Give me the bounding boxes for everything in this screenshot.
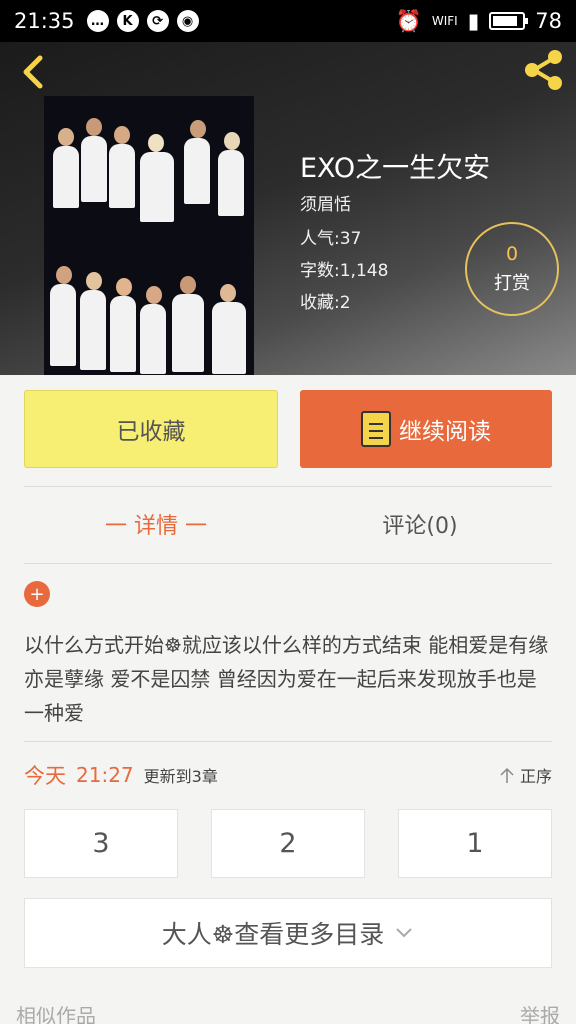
message-icon: … [86,10,109,32]
alarm-icon: ⏰ [395,8,422,33]
word-count: 字数:1,148 [300,261,389,281]
book-title: EXO之一生欠安 [300,153,491,184]
update-info: 今天 21:27 更新到3章 正序 [24,760,552,790]
status-bar: 21:35 … K ⟳ ◉ ⏰ WIFI ▮ 78 [0,0,576,42]
chapter-number: 2 [279,828,297,859]
reward-button[interactable]: 0 打赏 [465,222,559,316]
chapter-item[interactable]: 3 [24,809,178,878]
tab-comments-label: 评论(0) [382,514,458,539]
back-button[interactable] [14,50,54,94]
book-description: 以什么方式开始☸就应该以什么样的方式结束 能相爱是有缘 亦是孽缘 爱不是囚禁 曾… [24,633,549,725]
chapter-number: 1 [466,828,484,859]
update-time: 21:27 [76,763,134,787]
favorites-count: 收藏:2 [300,293,351,313]
arrow-up-icon [500,767,514,783]
tab-detail[interactable]: 一 详情 一 [24,486,288,562]
reward-count: 0 [505,243,519,265]
view-more-label: 大人☸查看更多目录 [161,920,385,949]
wifi-icon: WIFI [431,14,458,28]
chevron-left-icon [23,55,43,89]
tab-comments[interactable]: 评论(0) [288,486,552,562]
weibo-icon: ◉ [176,10,199,32]
signal-icon: ▮ [467,9,480,33]
k-app-icon: K [116,10,139,32]
chapter-item[interactable]: 2 [211,809,365,878]
continue-reading-label: 继续阅读 [399,419,491,445]
book-cover[interactable] [44,96,254,375]
continue-reading-button[interactable]: 继续阅读 [300,390,552,468]
share-icon [525,50,562,90]
expand-description-button[interactable]: + [24,581,50,607]
popularity: 人气:37 [300,229,362,249]
chevron-down-icon [396,928,412,938]
reward-label: 打赏 [494,273,530,294]
update-status: 更新到3章 [143,767,218,786]
book-header: EXO之一生欠安 须眉恬 人气:37 字数:1,148 收藏:2 0 打赏 [0,42,576,375]
report-link[interactable]: 举报 [520,1000,560,1024]
sort-label: 正序 [519,767,552,786]
author-name[interactable]: 须眉恬 [300,190,351,215]
battery-level: 78 [535,9,562,33]
view-more-catalog-button[interactable]: 大人☸查看更多目录 [24,898,552,968]
favorite-button[interactable]: 已收藏 [24,390,278,468]
sync-icon: ⟳ [146,10,169,32]
similar-works-heading: 相似作品 [16,1004,96,1024]
share-button[interactable] [522,48,566,92]
notification-icons: … K ⟳ ◉ [86,10,199,32]
plus-icon: + [29,583,45,605]
battery-icon [489,12,529,30]
system-icons: ⏰ WIFI ▮ 78 [396,9,562,34]
sort-button[interactable]: 正序 [498,763,552,787]
favorite-label: 已收藏 [116,419,186,445]
clock: 21:35 [14,9,75,33]
chapter-number: 3 [92,828,110,859]
divider [24,741,552,742]
divider [24,563,552,564]
update-day: 今天 [24,764,66,788]
book-icon [361,411,391,447]
tab-detail-label: 一 详情 一 [105,514,207,539]
chapter-item[interactable]: 1 [398,809,552,878]
